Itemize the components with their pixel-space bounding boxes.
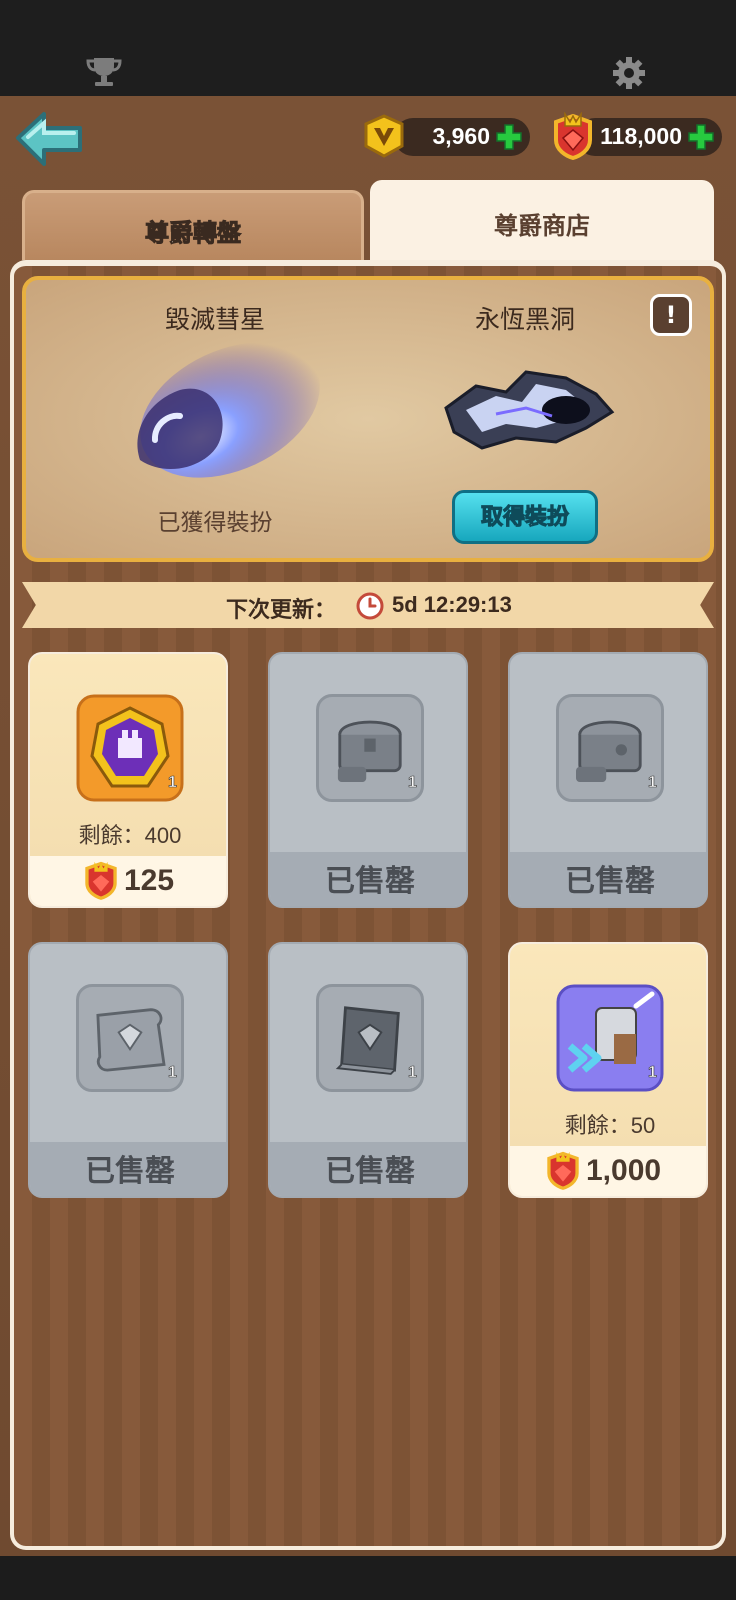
clock-icon — [356, 592, 384, 620]
sold-out-label: 已售罄 — [325, 865, 415, 898]
item-quantity: 1 — [408, 1064, 418, 1082]
sold-out-bar: 已售罄 — [270, 852, 466, 906]
info-button[interactable]: ! — [650, 294, 692, 336]
tab-premium-wheel-label: 尊爵轉盤 — [145, 220, 242, 248]
ruby-crest-icon — [85, 861, 117, 900]
shop-item-chest-2[interactable]: 1 已售罄 — [508, 652, 708, 908]
sold-out-label: 已售罄 — [565, 865, 655, 898]
navigation-bar — [0, 1556, 736, 1600]
trophy-icon[interactable] — [86, 56, 122, 88]
shop-item-emblem[interactable]: 1 剩餘：400 125 — [28, 652, 228, 908]
add-v-coin-icon[interactable] — [494, 122, 524, 152]
v-coin-amount: 3,960 — [432, 123, 490, 149]
ruby-crest-icon — [547, 1151, 579, 1190]
item-quantity: 1 — [168, 774, 178, 792]
price-bar: 1,000 — [510, 1146, 706, 1196]
price-bar: 125 — [30, 856, 226, 906]
refresh-label: 下次更新： — [226, 597, 337, 622]
sold-out-label: 已售罄 — [85, 1155, 175, 1188]
item-remaining: 剩餘：400 — [78, 823, 182, 848]
item-price: 1,000 — [586, 1154, 662, 1187]
back-arrow-icon[interactable] — [14, 108, 86, 168]
cosmetic-name-black-hole: 永恆黑洞 — [474, 306, 575, 334]
item-quantity: 1 — [168, 1064, 178, 1082]
cosmetic-obtained-status: 已獲得裝扮 — [157, 509, 273, 535]
v-coin-icon — [364, 114, 404, 158]
item-remaining: 剩餘：50 — [564, 1113, 656, 1138]
sold-out-label: 已售罄 — [325, 1155, 415, 1188]
ruby-amount: 118,000 — [600, 123, 682, 149]
item-quantity: 1 — [648, 1064, 658, 1082]
shop-item-chest-1[interactable]: 1 已售罄 — [268, 652, 468, 908]
v-coin-counter: 3,960 — [394, 118, 530, 156]
item-quantity: 1 — [408, 774, 418, 792]
shop-item-armor-upgrade[interactable]: 1 剩餘：50 1,000 — [508, 942, 708, 1198]
sold-out-bar: 已售罄 — [30, 1142, 226, 1196]
item-price: 125 — [124, 864, 175, 897]
tab-premium-shop[interactable]: 尊爵商店 — [370, 180, 714, 262]
shop-item-scroll[interactable]: 1 已售罄 — [28, 942, 228, 1198]
destruction-comet-icon[interactable] — [120, 330, 330, 500]
item-quantity: 1 — [648, 774, 658, 792]
ruby-crest-icon — [554, 112, 592, 160]
get-cosmetic-button[interactable]: 取得裝扮 — [452, 490, 598, 544]
ruby-counter: 118,000 — [576, 118, 722, 156]
tab-premium-wheel[interactable]: 尊爵轉盤 — [22, 190, 364, 260]
refresh-countdown: 5d 12:29:13 — [392, 592, 512, 617]
sold-out-bar: 已售罄 — [270, 1142, 466, 1196]
status-bar — [0, 0, 736, 96]
add-ruby-icon[interactable] — [686, 122, 716, 152]
shop-item-book[interactable]: 1 已售罄 — [268, 942, 468, 1198]
tab-premium-shop-label: 尊爵商店 — [494, 213, 590, 240]
sold-out-bar: 已售罄 — [510, 852, 706, 906]
gear-icon[interactable] — [612, 56, 646, 90]
eternal-black-hole-icon[interactable] — [426, 358, 626, 458]
